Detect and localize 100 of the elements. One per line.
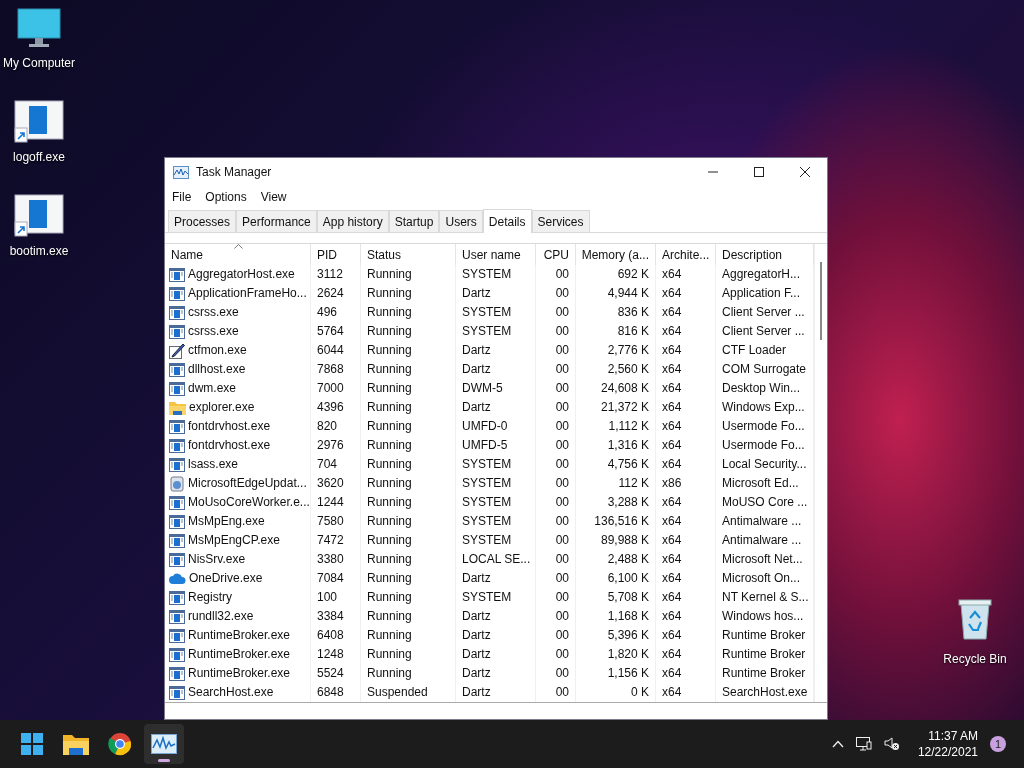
table-cell: 2624 (311, 284, 361, 303)
table-cell: CTF Loader (716, 341, 814, 360)
desktop-icon-label[interactable]: Recycle Bin (943, 652, 1007, 666)
table-cell[interactable]: MsMpEngCP.exe (188, 531, 280, 550)
column-header[interactable]: Status (361, 244, 456, 265)
table-cell: 00 (536, 607, 576, 626)
table-cell: Antimalware ... (716, 531, 814, 550)
table-cell[interactable]: SearchHost.exe (188, 683, 274, 702)
volume-muted-icon[interactable] (883, 737, 900, 751)
table-cell: 00 (536, 645, 576, 664)
window-title: Task Manager (196, 165, 272, 179)
column-header[interactable]: Archite... (656, 244, 716, 265)
activity-graph-icon (151, 734, 177, 754)
menu-item[interactable]: File (172, 190, 192, 204)
table-cell[interactable]: Registry (188, 588, 232, 607)
column-header[interactable]: User name (456, 244, 536, 265)
maximize-icon[interactable] (753, 166, 765, 178)
app-window-icon (169, 514, 185, 529)
network-icon[interactable] (855, 736, 872, 752)
table-cell: Running (361, 645, 456, 664)
table-cell: 2,488 K (576, 550, 656, 569)
table-cell[interactable]: NisSrv.exe (188, 550, 246, 569)
app-window-icon (169, 267, 185, 282)
table-cell[interactable]: RuntimeBroker.exe (188, 626, 291, 645)
table-cell: Client Server ... (716, 322, 814, 341)
table-cell[interactable]: MsMpEng.exe (188, 512, 265, 531)
table-cell: 00 (536, 265, 576, 284)
table-cell: Running (361, 512, 456, 531)
table-cell: x64 (656, 455, 716, 474)
column-header[interactable]: Description (716, 244, 814, 265)
table-cell: Running (361, 436, 456, 455)
table-cell: 136,516 K (576, 512, 656, 531)
table-cell[interactable]: ctfmon.exe (188, 341, 247, 360)
table-cell: x64 (656, 322, 716, 341)
desktop-icon-label[interactable]: My Computer (3, 56, 75, 70)
table-cell: Running (361, 607, 456, 626)
tab[interactable]: App history (316, 210, 389, 232)
table-cell[interactable]: fontdrvhost.exe (188, 436, 271, 455)
column-header[interactable]: Name (165, 244, 311, 265)
table-cell[interactable]: RuntimeBroker.exe (188, 645, 291, 664)
tab[interactable]: Startup (388, 210, 440, 232)
table-cell: x64 (656, 550, 716, 569)
shortcut-app-icon[interactable] (14, 194, 64, 238)
menu-item[interactable]: Options (205, 190, 247, 204)
table-cell: 00 (536, 474, 576, 493)
chevron-up-icon[interactable] (831, 740, 844, 748)
table-cell[interactable]: MoUsoCoreWorker.e... (188, 493, 310, 512)
desktop-icon-label[interactable]: bootim.exe (9, 244, 69, 258)
table-cell: x64 (656, 398, 716, 417)
table-cell: Running (361, 588, 456, 607)
tab[interactable]: Processes (168, 210, 237, 232)
table-cell: Dartz (456, 284, 536, 303)
column-header[interactable]: Memory (a... (576, 244, 656, 265)
table-cell: DWM-5 (456, 379, 536, 398)
table-cell[interactable]: fontdrvhost.exe (188, 417, 271, 436)
close-icon[interactable] (799, 166, 811, 178)
table-cell[interactable]: csrss.exe (188, 303, 239, 322)
table-cell[interactable]: dllhost.exe (188, 360, 246, 379)
table-cell: 3380 (311, 550, 361, 569)
table-cell: 5524 (311, 664, 361, 683)
table-cell: Running (361, 550, 456, 569)
scrollbar-thumb[interactable] (820, 262, 822, 340)
table-cell: 1244 (311, 493, 361, 512)
table-cell: 5,708 K (576, 588, 656, 607)
notification-badge[interactable]: 1 (990, 736, 1006, 752)
table-cell[interactable]: explorer.exe (189, 398, 255, 417)
table-cell: Runtime Broker (716, 626, 814, 645)
clock-date[interactable]: 12/22/2021 (917, 745, 978, 759)
table-cell[interactable]: MicrosoftEdgeUpdat... (188, 474, 307, 493)
clock-time[interactable]: 11:37 AM (928, 729, 978, 743)
table-cell[interactable]: lsass.exe (188, 455, 239, 474)
table-cell[interactable]: AggregatorHost.exe (188, 265, 295, 284)
table-cell[interactable]: ApplicationFrameHo... (188, 284, 307, 303)
menu-item[interactable]: View (260, 190, 287, 204)
table-cell[interactable]: csrss.exe (188, 322, 239, 341)
tab[interactable]: Services (531, 210, 590, 232)
recycle-bin-icon[interactable] (958, 598, 992, 640)
table-cell: Dartz (456, 664, 536, 683)
table-cell: 00 (536, 531, 576, 550)
shortcut-app-icon[interactable] (14, 100, 64, 144)
table-cell[interactable]: RuntimeBroker.exe (188, 664, 291, 683)
table-cell: 2,776 K (576, 341, 656, 360)
table-cell[interactable]: dwm.exe (188, 379, 237, 398)
column-header[interactable]: PID (311, 244, 361, 265)
table-cell: x86 (656, 474, 716, 493)
table-cell: x64 (656, 683, 716, 702)
table-cell: 6848 (311, 683, 361, 702)
table-cell: Runtime Broker (716, 664, 814, 683)
tab[interactable]: Performance (236, 210, 317, 232)
table-cell[interactable]: rundll32.exe (188, 607, 254, 626)
app-window-icon (169, 647, 185, 662)
tab[interactable]: Users (439, 210, 483, 232)
taskbar-button[interactable] (144, 724, 184, 764)
monitor-icon[interactable] (17, 8, 61, 50)
column-header[interactable]: CPU (536, 244, 576, 265)
table-cell[interactable]: OneDrive.exe (189, 569, 263, 588)
tab[interactable]: Details (482, 209, 532, 233)
table-cell: 836 K (576, 303, 656, 322)
table-cell: 24,608 K (576, 379, 656, 398)
desktop-icon-label[interactable]: logoff.exe (13, 150, 65, 164)
